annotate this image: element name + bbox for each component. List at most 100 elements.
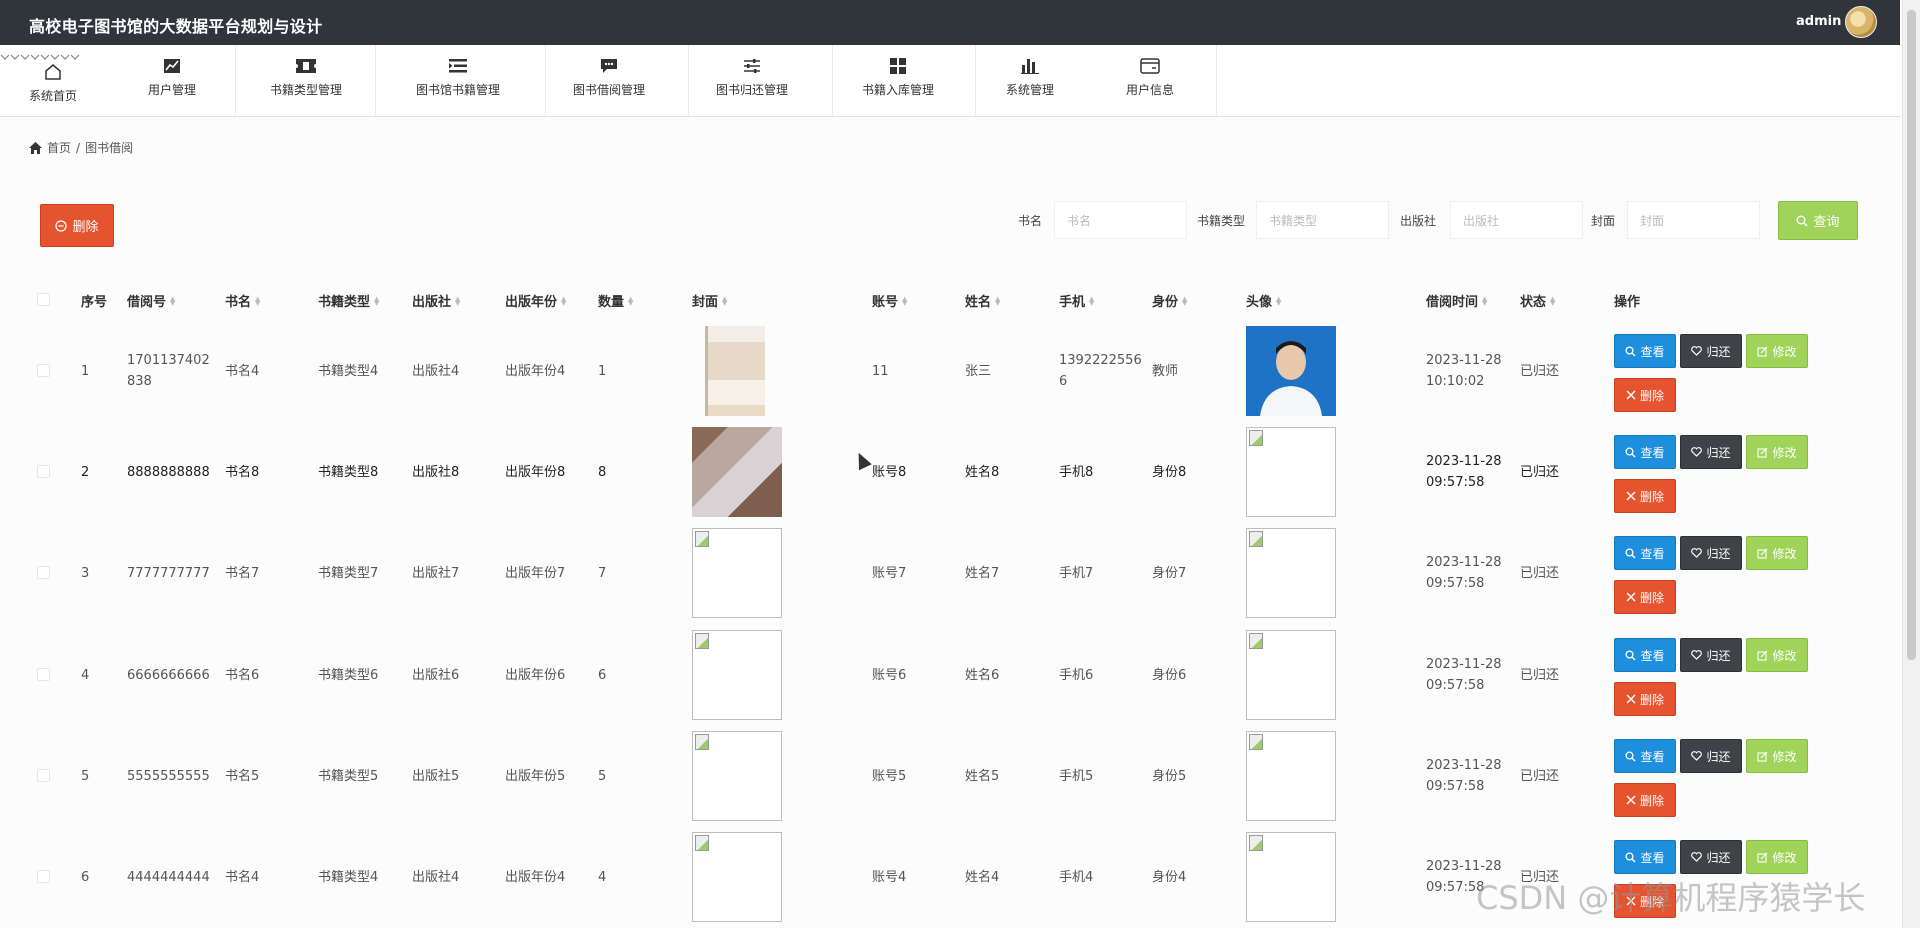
nav-item-7[interactable]: 系统管理 — [970, 45, 1090, 117]
row-checkbox[interactable] — [37, 465, 50, 478]
view-button[interactable]: 查看 — [1614, 334, 1676, 368]
column-header[interactable]: 身份 ▲ ▼ — [1152, 291, 1187, 310]
nav-item-0[interactable]: 系统首页 — [0, 45, 113, 117]
return-button[interactable]: 归还 — [1680, 840, 1742, 874]
return-button[interactable]: 归还 — [1680, 334, 1742, 368]
edit-button[interactable]: 修改 — [1746, 840, 1808, 874]
column-header[interactable]: 手机 ▲ ▼ — [1059, 291, 1094, 310]
cell-line: 09:57:58 — [1426, 779, 1485, 794]
sort-icon[interactable]: ▲ ▼ — [170, 295, 175, 306]
return-button[interactable]: 归还 — [1680, 739, 1742, 773]
cell-line: 2023-11-28 — [1426, 758, 1502, 773]
nav-item-5[interactable]: 图书归还管理 — [692, 45, 812, 117]
scrollbar-thumb[interactable] — [1907, 10, 1916, 660]
delete-button[interactable]: 删除 — [1614, 682, 1676, 716]
avatar[interactable] — [1845, 6, 1877, 38]
nav-item-3[interactable]: 图书馆书籍管理 — [398, 45, 518, 117]
mouse-cursor — [852, 449, 872, 471]
sort-icon[interactable]: ▲ ▼ — [995, 295, 1000, 306]
button-label: 删除 — [1639, 793, 1664, 808]
column-header[interactable]: 头像 ▲ ▼ — [1246, 291, 1281, 310]
edit-button[interactable]: 修改 — [1746, 435, 1808, 469]
user-name[interactable]: admin — [1796, 14, 1841, 29]
delete-button[interactable]: 删除 — [1614, 580, 1676, 614]
cell-name: 张三 — [965, 363, 992, 379]
sort-icon[interactable]: ▲ ▼ — [1550, 295, 1555, 306]
nav-divider — [375, 45, 376, 117]
user-avatar-image — [1246, 528, 1336, 618]
button-label: 归还 — [1706, 850, 1731, 865]
nav-item-4[interactable]: 图书借阅管理 — [549, 45, 669, 117]
delete-button[interactable]: 删除 — [1614, 378, 1676, 412]
select-all-checkbox[interactable] — [37, 293, 50, 306]
nav-item-1[interactable]: 用户管理 — [112, 45, 232, 117]
column-header[interactable]: 数量 ▲ ▼ — [598, 291, 633, 310]
sort-icon[interactable]: ▲ ▼ — [722, 295, 727, 306]
edit-button[interactable]: 修改 — [1746, 638, 1808, 672]
return-button[interactable]: 归还 — [1680, 435, 1742, 469]
filter-input[interactable]: 出版社 — [1450, 201, 1583, 239]
column-header: 序号 — [81, 291, 107, 310]
breadcrumb-home[interactable]: 首页 — [47, 139, 71, 156]
edit-button[interactable]: 修改 — [1746, 739, 1808, 773]
delete-button[interactable]: 删除 — [1614, 783, 1676, 817]
view-button[interactable]: 查看 — [1614, 638, 1676, 672]
cell-qty: 5 — [598, 768, 607, 784]
sort-icon[interactable]: ▲ ▼ — [561, 295, 566, 306]
user-avatar-image — [1246, 731, 1336, 821]
nav-item-8[interactable]: 用户信息 — [1090, 45, 1210, 117]
nav-item-2[interactable]: 书籍类型管理 — [246, 45, 366, 117]
query-button[interactable]: 查询 — [1778, 201, 1858, 240]
return-button[interactable]: 归还 — [1680, 536, 1742, 570]
view-button[interactable]: 查看 — [1614, 536, 1676, 570]
column-header-label: 账号 — [872, 295, 899, 310]
cell-type: 书籍类型7 — [318, 565, 379, 581]
row-checkbox[interactable] — [37, 364, 50, 377]
column-header-label: 手机 — [1059, 295, 1086, 310]
column-header[interactable]: 借阅号 ▲ ▼ — [127, 291, 175, 310]
sort-icon[interactable]: ▲ ▼ — [455, 295, 460, 306]
view-button[interactable]: 查看 — [1614, 739, 1676, 773]
scrollbar[interactable] — [1902, 0, 1920, 928]
column-header[interactable]: 封面 ▲ ▼ — [692, 291, 727, 310]
cell-type: 书籍类型4 — [318, 363, 379, 379]
sort-icon[interactable]: ▲ ▼ — [374, 295, 379, 306]
column-header[interactable]: 借阅时间 ▲ ▼ — [1426, 291, 1487, 310]
filter-input[interactable]: 书籍类型 — [1256, 201, 1389, 239]
sort-icon[interactable]: ▲ ▼ — [1089, 295, 1094, 306]
cell-status: 已归还 — [1520, 565, 1560, 581]
row-checkbox[interactable] — [37, 870, 50, 883]
minus-circle-icon — [55, 219, 68, 232]
row-checkbox[interactable] — [37, 769, 50, 782]
column-header[interactable]: 状态 ▲ ▼ — [1520, 291, 1555, 310]
column-header[interactable]: 书籍类型 ▲ ▼ — [318, 291, 379, 310]
column-header[interactable]: 出版社 ▲ ▼ — [412, 291, 460, 310]
sort-icon[interactable]: ▲ ▼ — [1182, 295, 1187, 306]
nav-item-6[interactable]: 书籍入库管理 — [838, 45, 958, 117]
filter-input[interactable]: 封面 — [1627, 201, 1760, 239]
row-checkbox[interactable] — [37, 566, 50, 579]
filter-input[interactable]: 书名 — [1054, 201, 1187, 239]
column-header[interactable]: 书名 ▲ ▼ — [225, 291, 260, 310]
button-label: 查看 — [1640, 648, 1665, 663]
cell-time: 2023-11-28 09:57:58 — [1426, 552, 1502, 594]
batch-delete-button[interactable]: 删除 — [40, 204, 114, 247]
edit-button[interactable]: 修改 — [1746, 536, 1808, 570]
sort-icon[interactable]: ▲ ▼ — [902, 295, 907, 306]
column-header[interactable]: 账号 ▲ ▼ — [872, 291, 907, 310]
column-header[interactable]: 出版年份 ▲ ▼ — [505, 291, 566, 310]
sort-icon[interactable]: ▲ ▼ — [1482, 295, 1487, 306]
sort-icon[interactable]: ▲ ▼ — [628, 295, 633, 306]
sort-icon[interactable]: ▲ ▼ — [255, 295, 260, 306]
return-button[interactable]: 归还 — [1680, 638, 1742, 672]
row-checkbox[interactable] — [37, 668, 50, 681]
heart-icon — [1691, 751, 1703, 761]
cell-phone: 1392222556 6 — [1059, 350, 1142, 392]
edit-button[interactable]: 修改 — [1746, 334, 1808, 368]
cell-qty: 8 — [598, 464, 607, 480]
view-button[interactable]: 查看 — [1614, 840, 1676, 874]
sort-icon[interactable]: ▲ ▼ — [1276, 295, 1281, 306]
view-button[interactable]: 查看 — [1614, 435, 1676, 469]
delete-button[interactable]: 删除 — [1614, 479, 1676, 513]
column-header[interactable]: 姓名 ▲ ▼ — [965, 291, 1000, 310]
